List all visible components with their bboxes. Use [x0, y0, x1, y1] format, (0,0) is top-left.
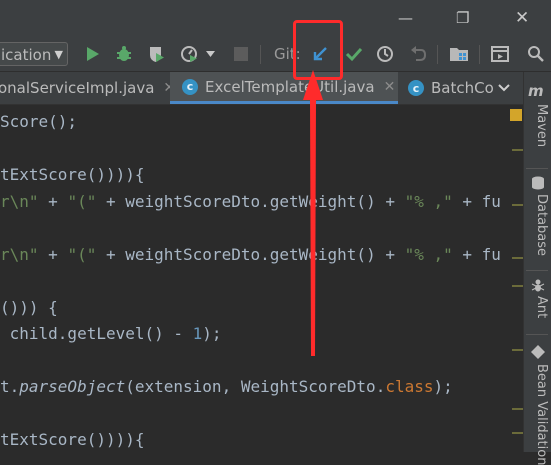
history-button[interactable] [375, 44, 395, 64]
code-token: t. [0, 377, 20, 396]
tab-label: ExcelTemplateUtil.java [205, 77, 375, 96]
code-token: (extension, WeightScoreDto. [125, 377, 386, 396]
code-token: r\n" [0, 191, 39, 211]
toolbar-separator [260, 45, 261, 64]
undo-icon [411, 46, 427, 61]
close-icon[interactable]: ✕ [384, 79, 396, 95]
code-token: Score(); [0, 112, 78, 131]
code-token: "(" [67, 244, 97, 264]
code-line[interactable]: Score(); [0, 111, 77, 133]
tool-window-bean-validation[interactable]: Bean Validation [534, 364, 549, 465]
checkmark-icon [345, 47, 363, 62]
bug-icon [117, 46, 131, 61]
toolbar-separator [479, 45, 480, 64]
chevron-down-icon: ▼ [54, 48, 63, 61]
maven-icon: m [528, 82, 544, 100]
restore-icon[interactable]: ❐ [456, 10, 469, 26]
code-line[interactable]: ())) { [0, 297, 58, 319]
database-icon [532, 176, 544, 190]
run-icon [87, 47, 99, 61]
code-token: class [385, 377, 434, 396]
code-editor[interactable]: Score(); tExtScore()))){ r\n" + "(" + weig… [0, 105, 523, 452]
run-anything-button[interactable] [490, 44, 510, 64]
search-icon [528, 46, 544, 62]
bean-validation-icon [531, 345, 545, 359]
coverage-button[interactable] [146, 44, 166, 64]
java-class-icon: c [408, 80, 424, 96]
stop-icon [234, 47, 248, 61]
code-token: "% ," [404, 244, 453, 264]
code-line[interactable]: t.parseObject(extension, WeightScoreDto.… [0, 376, 453, 398]
editor-tab-bar: onalServiceImpl.java ✕ c ExcelTemplateUt… [0, 72, 523, 105]
code-token: + fu [452, 244, 501, 264]
annotation-arrow-icon [303, 70, 323, 356]
code-token: tExtScore()))){ [0, 430, 145, 449]
profile-button[interactable] [179, 44, 199, 64]
code-token: r\n" [0, 244, 39, 264]
code-token: "% ," [404, 191, 453, 211]
run-configuration-select[interactable]: ication ▼ [0, 42, 68, 66]
code-line[interactable]: r\n" + "(" + weightScoreDto.getWeight() … [0, 244, 501, 266]
chevron-down-icon [498, 84, 510, 92]
code-token: 1 [192, 324, 203, 343]
tab-list-dropdown[interactable] [498, 72, 520, 104]
commit-button[interactable] [344, 44, 364, 64]
tab-label: BatchCo [431, 79, 494, 97]
warning-indicator-icon[interactable] [510, 109, 522, 121]
code-token: + [38, 191, 68, 211]
code-token: tExtScore()))){ [0, 165, 145, 184]
stop-button[interactable] [231, 44, 251, 64]
java-class-icon: c [182, 78, 198, 95]
tool-window-database[interactable]: Database [534, 194, 549, 256]
tool-window-maven[interactable]: Maven [534, 104, 549, 147]
ant-icon [531, 279, 545, 292]
code-line[interactable]: child.getLevel() - 1); [0, 323, 222, 345]
run-configuration-label: ication [1, 46, 52, 64]
coverage-shield-icon [150, 47, 164, 62]
rollback-button[interactable] [408, 44, 428, 64]
tab-batch[interactable]: c BatchCo [398, 72, 508, 104]
code-line[interactable]: r\n" + "(" + weightScoreDto.getWeight() … [0, 191, 501, 213]
minimize-icon[interactable]: — [398, 10, 413, 26]
main-toolbar: ication ▼ Git: [0, 38, 551, 72]
code-token: ())) { [0, 297, 58, 317]
project-structure-button[interactable] [449, 44, 469, 64]
tab-label: onalServiceImpl.java [0, 79, 155, 97]
run-button[interactable] [82, 44, 102, 64]
right-tool-window-bar: m Maven Database Ant Bean Validation [523, 72, 551, 465]
folder-structure-icon [450, 48, 468, 61]
tool-separator [526, 168, 548, 169]
tab-service-impl[interactable]: onalServiceImpl.java ✕ [0, 72, 175, 104]
close-icon[interactable]: ✕ [515, 10, 529, 27]
code-token: ); [202, 324, 222, 343]
code-line[interactable]: tExtScore()))){ [0, 429, 145, 451]
error-stripe[interactable] [510, 105, 524, 452]
tool-separator [526, 334, 548, 335]
debug-button[interactable] [114, 44, 134, 64]
code-token: + weightScoreDto.getWeight() + [96, 244, 405, 264]
code-token: child.getLevel() - [0, 324, 193, 343]
code-token: + weightScoreDto.getWeight() + [96, 191, 405, 211]
title-bar: — ❐ ✕ [0, 0, 551, 38]
chevron-down-icon [205, 51, 215, 57]
toolbar-separator [437, 45, 438, 64]
code-token: parseObject [19, 377, 126, 396]
search-everywhere-button[interactable] [526, 44, 546, 64]
code-token: + fu [452, 191, 501, 211]
tool-separator [526, 270, 548, 271]
tab-excel-template-util[interactable]: c ExcelTemplateUtil.java ✕ [170, 72, 398, 104]
profile-dropdown[interactable] [204, 44, 216, 64]
terminal-window-icon [491, 46, 509, 62]
code-token: ); [433, 377, 453, 396]
code-line[interactable]: tExtScore()))){ [0, 164, 145, 186]
code-token: "(" [67, 191, 97, 211]
code-token: + [38, 244, 68, 264]
clock-icon [377, 46, 393, 62]
tool-window-ant[interactable]: Ant [534, 296, 549, 318]
speedometer-icon [181, 46, 197, 62]
